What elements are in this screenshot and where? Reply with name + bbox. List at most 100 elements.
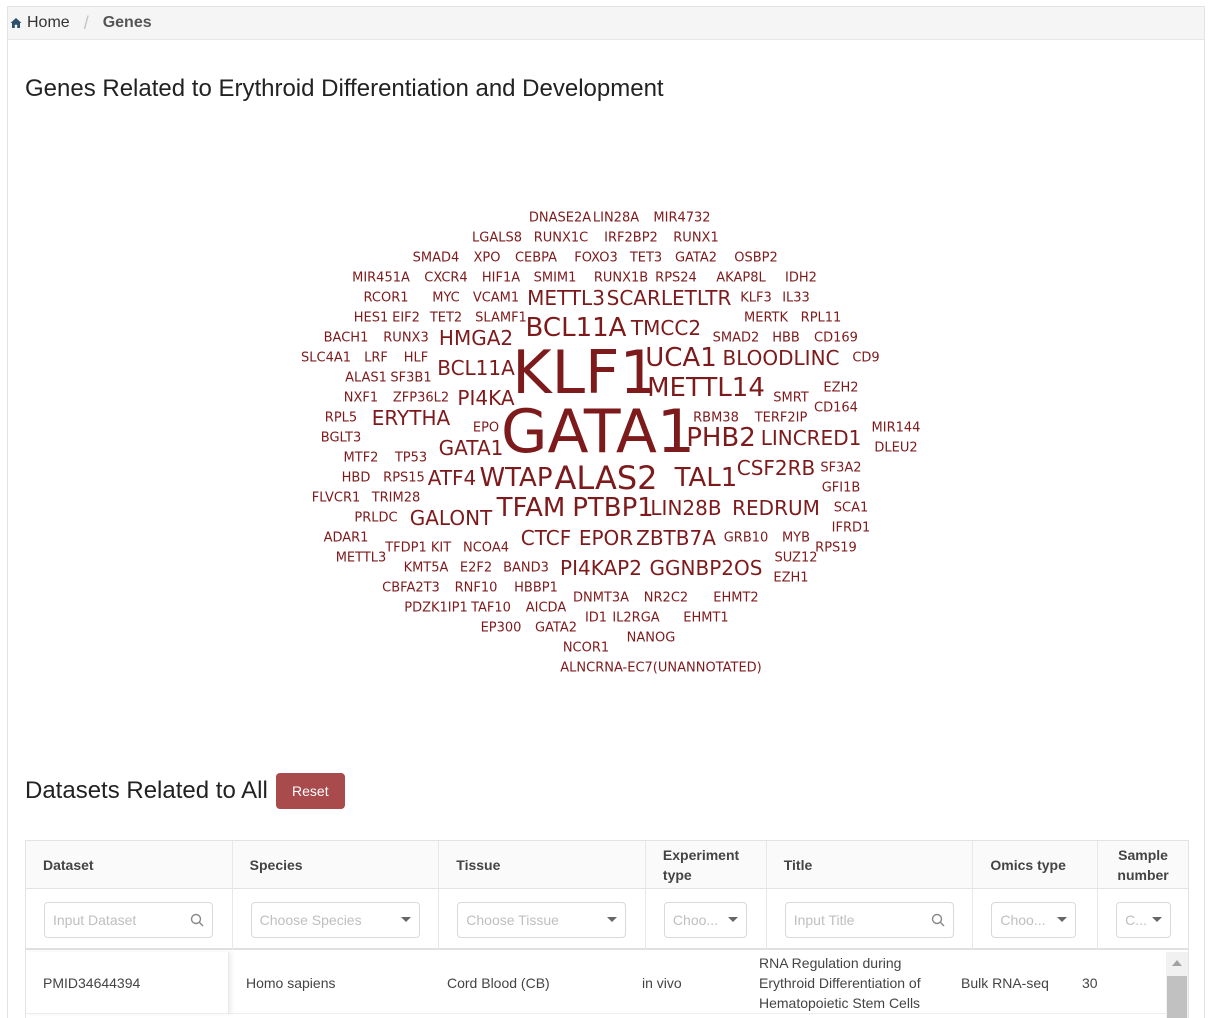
cloud-word[interactable]: EZH1	[773, 572, 808, 585]
cloud-word[interactable]: XPO	[474, 252, 501, 265]
tissue-select[interactable]: Choose Tissue	[457, 901, 627, 938]
cloud-word[interactable]: TP53	[395, 452, 427, 465]
cloud-word[interactable]: TERF2IP	[755, 412, 808, 425]
cloud-word[interactable]: TAL1	[675, 465, 738, 491]
cloud-word[interactable]: RNF10	[455, 582, 498, 595]
cloud-word[interactable]: LGALS8	[472, 232, 522, 245]
cloud-word[interactable]: SF3B1	[390, 372, 431, 385]
cell-title[interactable]: RNA Regulation during Erythroid Differen…	[754, 952, 957, 1014]
cloud-word[interactable]: EPO	[473, 422, 499, 435]
cloud-word[interactable]: TET3	[630, 252, 662, 265]
cloud-word[interactable]: MTF2	[344, 452, 379, 465]
title-search-input[interactable]: Input Title	[784, 901, 954, 938]
cloud-word[interactable]: TAF10	[471, 602, 511, 615]
cloud-word[interactable]: MIR4732	[653, 212, 710, 225]
cloud-word[interactable]: RCOR1	[364, 292, 409, 305]
cloud-word[interactable]: ALAS2	[554, 462, 657, 494]
cloud-word[interactable]: CXCR4	[424, 272, 467, 285]
cloud-word[interactable]: CD164	[814, 402, 858, 415]
cloud-word[interactable]: GALONT	[410, 508, 493, 528]
cloud-word[interactable]: NCOR1	[563, 642, 609, 655]
cloud-word[interactable]: VCAM1	[473, 292, 519, 305]
cloud-word[interactable]: LIN28B	[650, 498, 721, 518]
cloud-word[interactable]: METTL3	[527, 288, 605, 308]
cloud-word[interactable]: CTCF	[521, 528, 571, 548]
cloud-word[interactable]: ID1	[585, 612, 607, 625]
cloud-word[interactable]: RPS15	[383, 472, 425, 485]
cloud-word[interactable]: CBFA2T3	[382, 582, 440, 595]
cloud-word[interactable]: RPS24	[655, 272, 697, 285]
cloud-word[interactable]: PTBP1	[572, 495, 654, 521]
cloud-word[interactable]: MERTK	[744, 312, 788, 325]
experiment-type-select[interactable]: Choo...	[663, 901, 747, 938]
cloud-word[interactable]: IDH2	[785, 272, 817, 285]
cloud-word[interactable]: EIF2	[392, 312, 420, 325]
cloud-word[interactable]: HLF	[404, 352, 429, 365]
cloud-word[interactable]: RUNX1B	[594, 272, 648, 285]
cloud-word[interactable]: BGLT3	[321, 432, 361, 445]
cloud-word[interactable]: CEBPA	[515, 252, 557, 265]
cloud-word[interactable]: HMGA2	[439, 328, 513, 348]
cloud-word[interactable]: DNASE2A	[529, 212, 591, 225]
cloud-word[interactable]: ZBTB7A	[636, 528, 716, 548]
species-select[interactable]: Choose Species	[250, 901, 420, 938]
cloud-word[interactable]: EZH2	[823, 382, 858, 395]
cloud-word[interactable]: NCOA4	[463, 542, 509, 555]
cloud-word[interactable]: EPOR	[579, 528, 633, 548]
column-header-experiment-type[interactable]: Experiment type	[646, 841, 767, 889]
cloud-word[interactable]: SMIM1	[534, 272, 577, 285]
cloud-word[interactable]: LIN28A	[593, 212, 639, 225]
cloud-word[interactable]: DNMT3A	[573, 592, 629, 605]
cloud-word[interactable]: ADAR1	[324, 532, 369, 545]
cloud-word[interactable]: MIR451A	[352, 272, 410, 285]
cloud-word[interactable]: GATA1	[439, 438, 504, 458]
cloud-word[interactable]: KIT	[431, 542, 451, 555]
cloud-word[interactable]: GFI1B	[822, 482, 861, 495]
cloud-word[interactable]: SLC4A1	[301, 352, 351, 365]
cloud-word[interactable]: ATF4	[428, 468, 477, 488]
cloud-word[interactable]: RPS19	[815, 542, 857, 555]
cloud-word[interactable]: UCA1	[645, 345, 717, 371]
cloud-word[interactable]: SMAD2	[713, 332, 760, 345]
cloud-word[interactable]: GRB10	[724, 532, 769, 545]
cloud-word[interactable]: SCA1	[834, 502, 869, 515]
cloud-word[interactable]: ALAS1	[345, 372, 387, 385]
cloud-word[interactable]: RPL11	[801, 312, 842, 325]
cloud-word[interactable]: TRIM28	[372, 492, 421, 505]
cloud-word[interactable]: HBBP1	[514, 582, 558, 595]
cloud-word[interactable]: KLF3	[740, 292, 772, 305]
cloud-word[interactable]: BLOODLINC	[722, 348, 839, 368]
cloud-word[interactable]: RUNX1	[673, 232, 718, 245]
cloud-word[interactable]: EHMT1	[683, 612, 728, 625]
cell-dataset[interactable]: PMID34644394	[26, 952, 229, 1014]
cloud-word[interactable]: BCL11A	[437, 358, 515, 378]
omics-type-select[interactable]: Choo...	[991, 901, 1077, 938]
cloud-word[interactable]: TMCC2	[631, 318, 701, 338]
cloud-word[interactable]: TFDP1	[385, 542, 427, 555]
cloud-word[interactable]: IFRD1	[832, 522, 871, 535]
cloud-word[interactable]: NANOG	[627, 632, 676, 645]
table-scrollbar[interactable]	[1166, 952, 1188, 1018]
cloud-word[interactable]: BACH1	[324, 332, 369, 345]
cloud-word[interactable]: ALNCRNA-EC7(UNANNOTATED)	[560, 662, 762, 675]
cloud-word[interactable]: HIF1A	[482, 272, 520, 285]
reset-button[interactable]: Reset	[275, 773, 345, 809]
cloud-word[interactable]: TET2	[430, 312, 462, 325]
cloud-word[interactable]: CD9	[852, 352, 879, 365]
cloud-word[interactable]: HBB	[772, 332, 800, 345]
column-header-tissue[interactable]: Tissue	[439, 841, 646, 889]
column-header-species[interactable]: Species	[233, 841, 440, 889]
cloud-word[interactable]: SMAD4	[413, 252, 460, 265]
cloud-word[interactable]: LINCRED1	[761, 428, 862, 448]
column-header-sample-number[interactable]: Sample number	[1098, 841, 1188, 889]
cloud-word[interactable]: CSF2RB	[737, 458, 816, 478]
scroll-up-icon[interactable]	[1172, 960, 1182, 966]
cloud-word[interactable]: MYB	[782, 532, 810, 545]
cloud-word[interactable]: KLF1	[512, 343, 657, 403]
cloud-word[interactable]: ZFP36L2	[393, 392, 449, 405]
cloud-word[interactable]: RUNX3	[383, 332, 428, 345]
cloud-word[interactable]: AKAP8L	[716, 272, 765, 285]
table-row[interactable]: PMID34644394 Homo sapiens Cord Blood (CB…	[26, 952, 1188, 1014]
cloud-word[interactable]: CD169	[814, 332, 858, 345]
cloud-word[interactable]: ERYTHA	[372, 408, 450, 428]
